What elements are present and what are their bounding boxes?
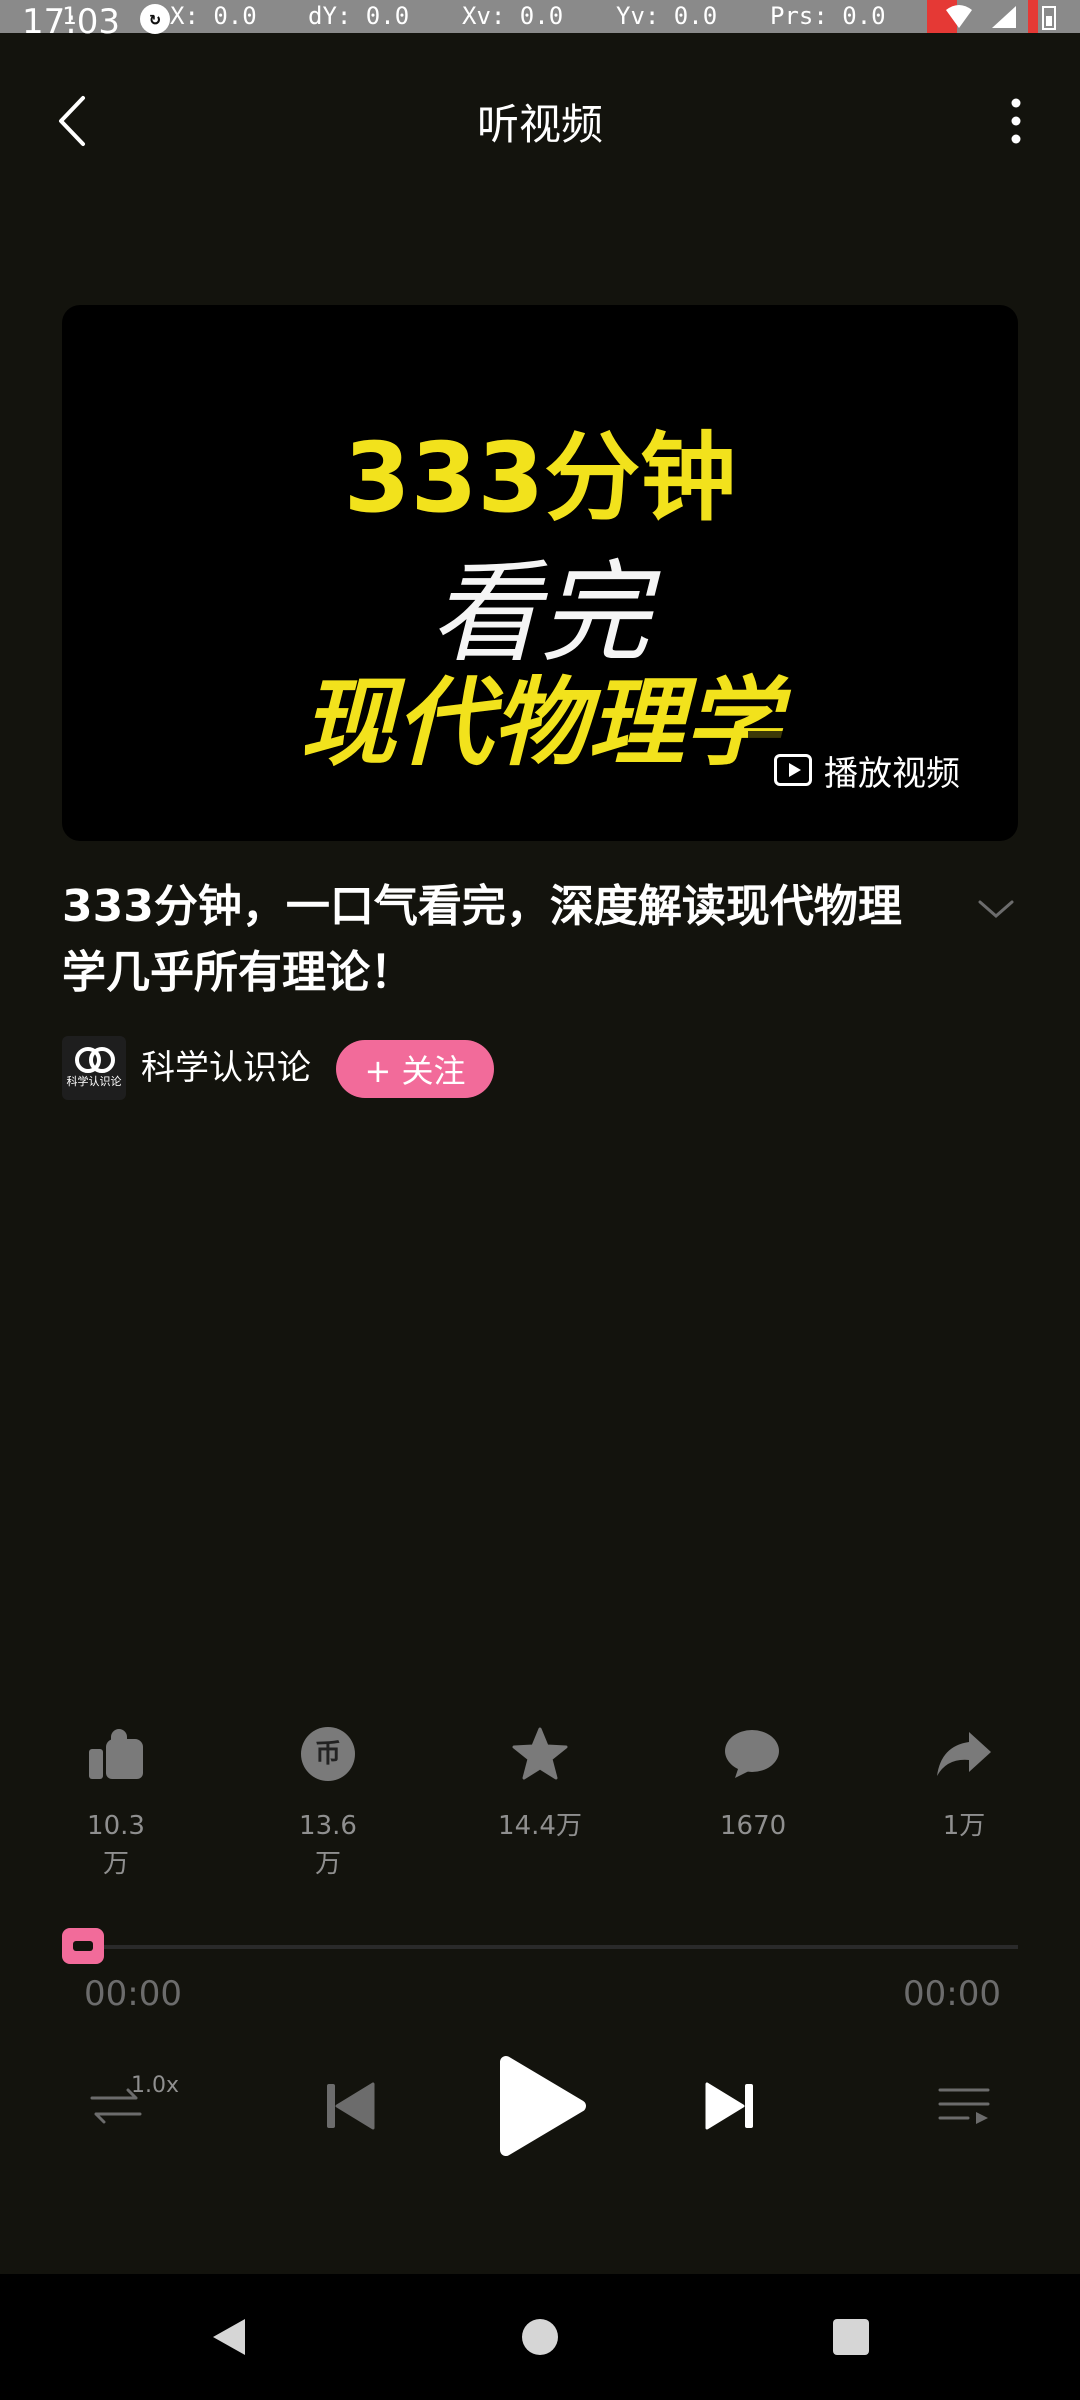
notification-icon: ↻ — [140, 4, 170, 34]
play-video-label: 播放视频 — [824, 753, 960, 794]
logo-icon — [75, 1047, 115, 1073]
pointer-count: 1 — [62, 2, 77, 30]
nav-back-button[interactable] — [124, 2274, 334, 2400]
nav-home-button[interactable] — [435, 2274, 645, 2400]
comment-button[interactable] — [688, 1690, 816, 1818]
coin-button[interactable]: 币 — [264, 1690, 392, 1818]
home-circle-icon — [522, 2319, 558, 2355]
progress-track[interactable] — [62, 1945, 1018, 1949]
loop-button[interactable] — [52, 2042, 180, 2170]
thumbs-up-icon — [89, 1729, 143, 1779]
previous-icon — [327, 2082, 375, 2130]
coin-count: 13.6万 — [299, 1811, 357, 1879]
chevron-down-icon[interactable] — [970, 890, 1022, 926]
favorite-count: 14.4万 — [498, 1811, 582, 1841]
top-app-bar: 听视频 — [0, 62, 1080, 180]
more-options-button[interactable] — [952, 62, 1080, 180]
next-icon — [705, 2082, 753, 2130]
next-button[interactable] — [665, 2042, 793, 2170]
author-avatar[interactable]: 科学认识论 — [62, 1036, 126, 1100]
share-button[interactable] — [900, 1690, 1028, 1818]
debug-dx: X: 0.0 — [170, 2, 257, 30]
system-nav-bar — [0, 2274, 1080, 2400]
back-triangle-icon — [213, 2319, 245, 2355]
debug-yv: Yv: 0.0 — [616, 2, 718, 30]
playlist-button[interactable] — [900, 2042, 1028, 2170]
comment-icon — [725, 1730, 779, 1778]
page-title: 听视频 — [476, 99, 603, 149]
listen-video-screen: 17:03 1 ↻ X: 0.0 dY: 0.0 Xv: 0.0 Yv: 0.0… — [0, 0, 1080, 2400]
play-button[interactable] — [476, 2042, 604, 2170]
star-icon — [512, 1727, 568, 1780]
coin-icon: 币 — [301, 1727, 355, 1781]
tv-play-icon — [774, 754, 812, 786]
playback-speed[interactable]: 1.0x — [123, 2068, 187, 2104]
debug-xv: Xv: 0.0 — [462, 2, 564, 30]
nav-recents-button[interactable] — [746, 2274, 956, 2400]
wifi-icon — [946, 5, 972, 28]
like-button[interactable] — [52, 1690, 180, 1818]
progress-knob[interactable] — [62, 1928, 104, 1964]
recents-square-icon — [833, 2319, 869, 2355]
play-video-button[interactable]: 播放视频 — [748, 731, 986, 809]
chevron-left-icon — [59, 96, 85, 146]
previous-button[interactable] — [287, 2042, 415, 2170]
video-title: 333分钟，一口气看完，深度解读现代物理学几乎所有理论！ — [62, 881, 902, 998]
comment-count: 1670 — [720, 1811, 787, 1841]
like-count: 10.3万 — [87, 1811, 145, 1879]
more-vertical-icon — [1011, 98, 1021, 144]
author-name[interactable]: 科学认识论 — [141, 1043, 313, 1093]
status-indicator-2 — [1028, 0, 1038, 33]
share-count: 1万 — [942, 1811, 986, 1841]
follow-button[interactable]: + 关注 — [336, 1040, 494, 1098]
favorite-button[interactable] — [476, 1690, 604, 1818]
play-icon — [500, 2056, 586, 2156]
avatar-caption: 科学认识论 — [66, 1075, 122, 1088]
current-time: 00:00 — [84, 1974, 182, 2014]
debug-prs: Prs: 0.0 — [770, 2, 886, 30]
debug-dy: dY: 0.0 — [308, 2, 410, 30]
playlist-icon — [938, 2088, 990, 2124]
total-time: 00:00 — [903, 1974, 1001, 2014]
back-button[interactable] — [0, 62, 142, 180]
status-bar: 17:03 1 ↻ X: 0.0 dY: 0.0 Xv: 0.0 Yv: 0.0… — [0, 0, 1080, 42]
battery-icon — [1042, 6, 1056, 30]
signal-icon — [992, 6, 1016, 28]
thumbnail-text-line1: 333分钟 — [343, 422, 737, 534]
share-icon — [937, 1732, 991, 1776]
